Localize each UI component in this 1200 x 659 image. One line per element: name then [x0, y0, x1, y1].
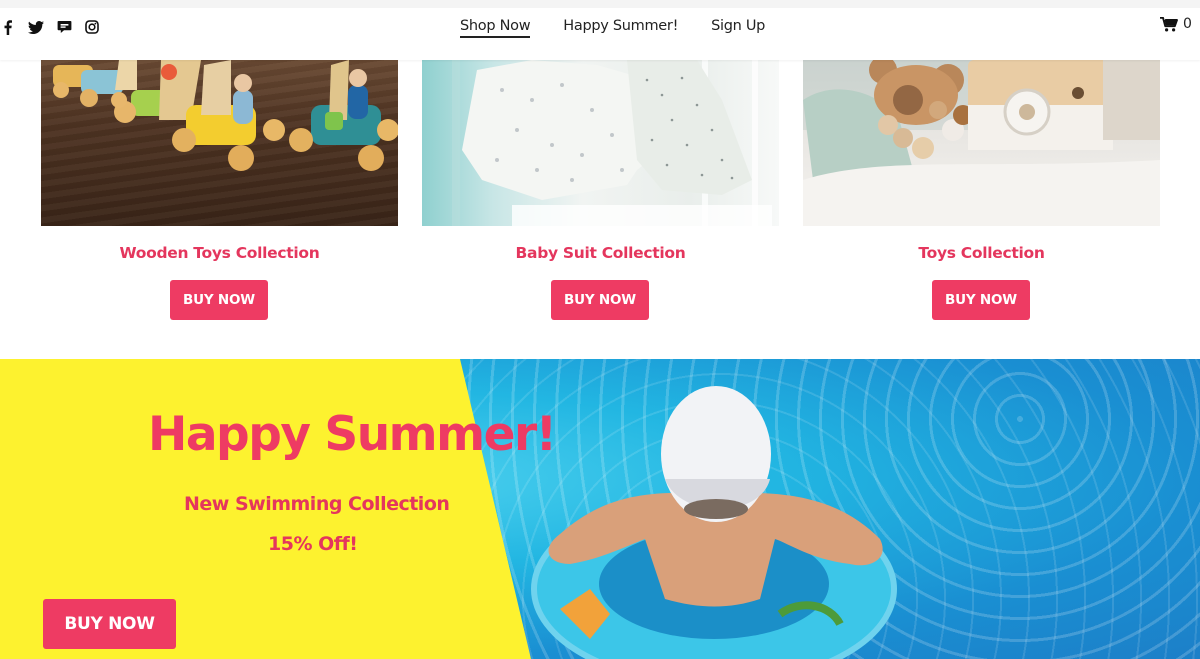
product-title[interactable]: Baby Suit Collection: [422, 244, 779, 262]
product-card-toys: Toys Collection BUY NOW: [803, 60, 1160, 320]
buy-now-button[interactable]: BUY NOW: [170, 280, 268, 320]
facebook-icon[interactable]: [0, 19, 16, 35]
cart-count: 0: [1183, 16, 1192, 32]
banner-buy-now-button[interactable]: BUY NOW: [43, 599, 176, 649]
nav-shop-now[interactable]: Shop Now: [460, 18, 531, 38]
twitter-icon[interactable]: [28, 19, 44, 35]
wooden-teethers-and-toy-camera-photo[interactable]: [803, 60, 1160, 226]
main-nav: Shop Now Happy Summer! Sign Up: [460, 18, 798, 38]
banner-offer: 15% Off!: [268, 533, 358, 555]
summer-promo-banner: Happy Summer! New Swimming Collection 15…: [0, 359, 1200, 659]
banner-title: Happy Summer!: [148, 407, 557, 462]
buy-now-button[interactable]: BUY NOW: [932, 280, 1030, 320]
product-card-baby-suit: Baby Suit Collection BUY NOW: [422, 60, 779, 320]
banner-subtitle: New Swimming Collection: [184, 493, 450, 515]
product-title[interactable]: Toys Collection: [803, 244, 1160, 262]
buy-now-button[interactable]: BUY NOW: [551, 280, 649, 320]
product-card-wooden-toys: Wooden Toys Collection BUY NOW: [41, 60, 398, 320]
nav-sign-up[interactable]: Sign Up: [711, 18, 765, 38]
instagram-icon[interactable]: [84, 19, 100, 35]
wooden-toy-boats-photo[interactable]: [41, 60, 398, 226]
product-title[interactable]: Wooden Toys Collection: [41, 244, 398, 262]
nav-happy-summer[interactable]: Happy Summer!: [563, 18, 678, 38]
cart-icon: [1160, 16, 1178, 31]
top-navigation-bar: Shop Now Happy Summer! Sign Up 0: [0, 0, 1200, 60]
social-links: [0, 19, 112, 35]
baby-suits-on-hangers-photo[interactable]: [422, 60, 779, 226]
cart-button[interactable]: 0: [1160, 16, 1192, 32]
chat-icon[interactable]: [56, 19, 72, 35]
banner-graphics: [0, 359, 897, 659]
